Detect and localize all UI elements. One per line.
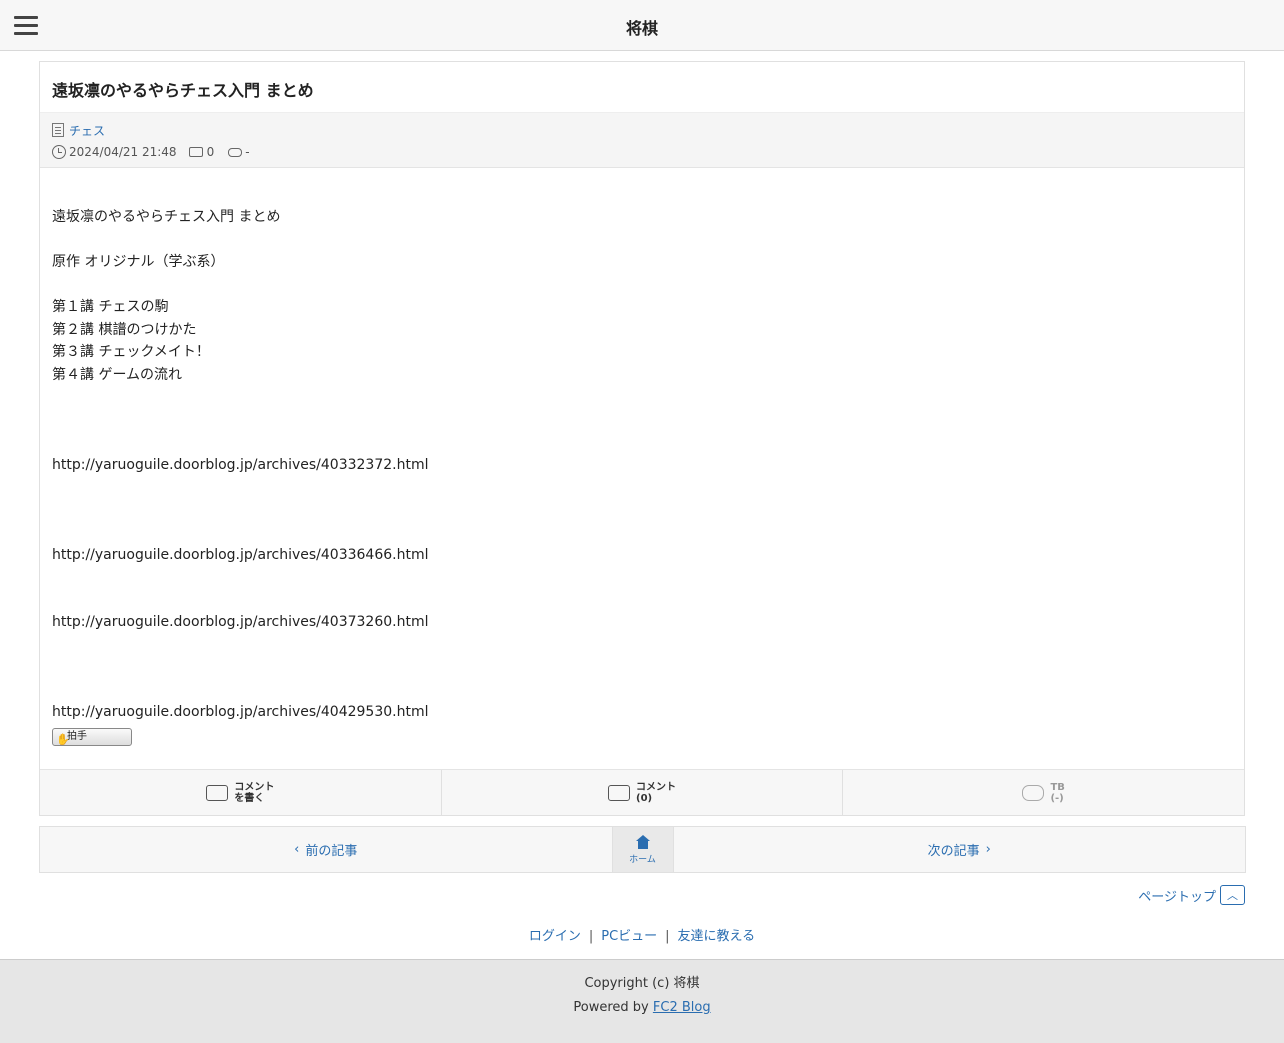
- home-button[interactable]: ホーム: [611, 827, 674, 872]
- body-line: 第４講 ゲームの流れ: [52, 366, 183, 383]
- body-line: [52, 274, 1232, 297]
- body-line: [52, 409, 1232, 432]
- body-line: 遠坂凛のやるやらチェス入門 まとめ: [52, 209, 281, 225]
- body-line: 第２講 棋譜のつけかた: [52, 321, 197, 338]
- category-link[interactable]: チェス: [69, 122, 105, 139]
- comments-button[interactable]: コメント (0): [442, 770, 844, 815]
- clock-icon: [52, 145, 66, 159]
- home-icon: [635, 834, 650, 849]
- footer: Copyright (c) 将棋 Powered by FC2 Blog: [0, 959, 1284, 1043]
- trackback-button[interactable]: TB (-): [843, 770, 1244, 815]
- chevron-right-icon: ›: [985, 842, 991, 857]
- comment-count[interactable]: 0: [207, 145, 215, 159]
- body-line: [52, 521, 1232, 544]
- body-line: 第３講 チェックメイト！: [52, 344, 210, 360]
- article-link[interactable]: http://yaruoguile.doorblog.jp/archives/4…: [52, 544, 1232, 567]
- page-top-button[interactable]: ページトップ ︿: [1138, 885, 1245, 905]
- article-link[interactable]: http://yaruoguile.doorblog.jp/archives/4…: [52, 611, 1232, 634]
- article: 遠坂凛のやるやらチェス入門 まとめ チェス 2024/04/21 21:48 0…: [39, 61, 1245, 816]
- copyright: Copyright (c) 将棋: [584, 976, 700, 991]
- prev-article-button[interactable]: ‹ 前の記事: [40, 827, 612, 872]
- article-link[interactable]: http://yaruoguile.doorblog.jp/archives/4…: [52, 701, 1232, 724]
- article-body: 遠坂凛のやるやらチェス入門 まとめ 原作 オリジナル（学ぶ系） 第１講 チェスの駒第…: [40, 168, 1244, 751]
- article-title: 遠坂凛のやるやらチェス入門 まとめ: [52, 81, 314, 100]
- article-nav: ‹ 前の記事 ホーム 次の記事 ›: [39, 826, 1246, 873]
- header: 将棋: [0, 0, 1284, 51]
- tell-friend-link[interactable]: 友達に教える: [678, 929, 756, 944]
- body-line: [52, 476, 1232, 499]
- next-article-button[interactable]: 次の記事 ›: [674, 827, 1246, 872]
- body-line: [52, 656, 1232, 679]
- clap-button[interactable]: 拍手: [52, 727, 132, 751]
- category-icon: [52, 123, 64, 137]
- body-line: [52, 386, 1232, 409]
- fc2-blog-link[interactable]: FC2 Blog: [653, 1000, 711, 1015]
- body-line: 原作 オリジナル（学ぶ系）: [52, 254, 225, 270]
- body-line: [52, 229, 1232, 252]
- site-title[interactable]: 将棋: [0, 15, 1284, 39]
- body-line: 第１講 チェスの駒: [52, 299, 169, 315]
- write-comment-button[interactable]: コメント を書く: [40, 770, 442, 815]
- body-line: [52, 634, 1232, 657]
- body-line: [52, 679, 1232, 702]
- body-line: [52, 589, 1232, 612]
- body-line: [52, 499, 1232, 522]
- write-comment-icon: [206, 784, 229, 801]
- post-datetime: 2024/04/21 21:48: [69, 145, 177, 159]
- login-link[interactable]: ログイン: [529, 929, 581, 944]
- body-line: [52, 431, 1232, 454]
- footer-links: ログイン | PCビュー | 友達に教える: [528, 929, 756, 944]
- comment-bubble-icon: [608, 784, 630, 801]
- article-meta: チェス 2024/04/21 21:48 0 -: [40, 112, 1244, 168]
- article-actions: コメント を書く コメント (0) TB (-): [40, 769, 1244, 815]
- comment-icon: [188, 147, 203, 157]
- trackback-icon: [1022, 784, 1045, 801]
- body-line: [52, 566, 1232, 589]
- article-link[interactable]: http://yaruoguile.doorblog.jp/archives/4…: [52, 454, 1232, 477]
- trackback-icon: [228, 147, 243, 157]
- pc-view-link[interactable]: PCビュー: [601, 929, 657, 944]
- powered-by: Powered by FC2 Blog: [573, 1000, 711, 1015]
- chevron-left-icon: ‹: [294, 842, 300, 857]
- trackback-count: -: [245, 145, 250, 159]
- chevron-up-icon: ︿: [1220, 885, 1245, 905]
